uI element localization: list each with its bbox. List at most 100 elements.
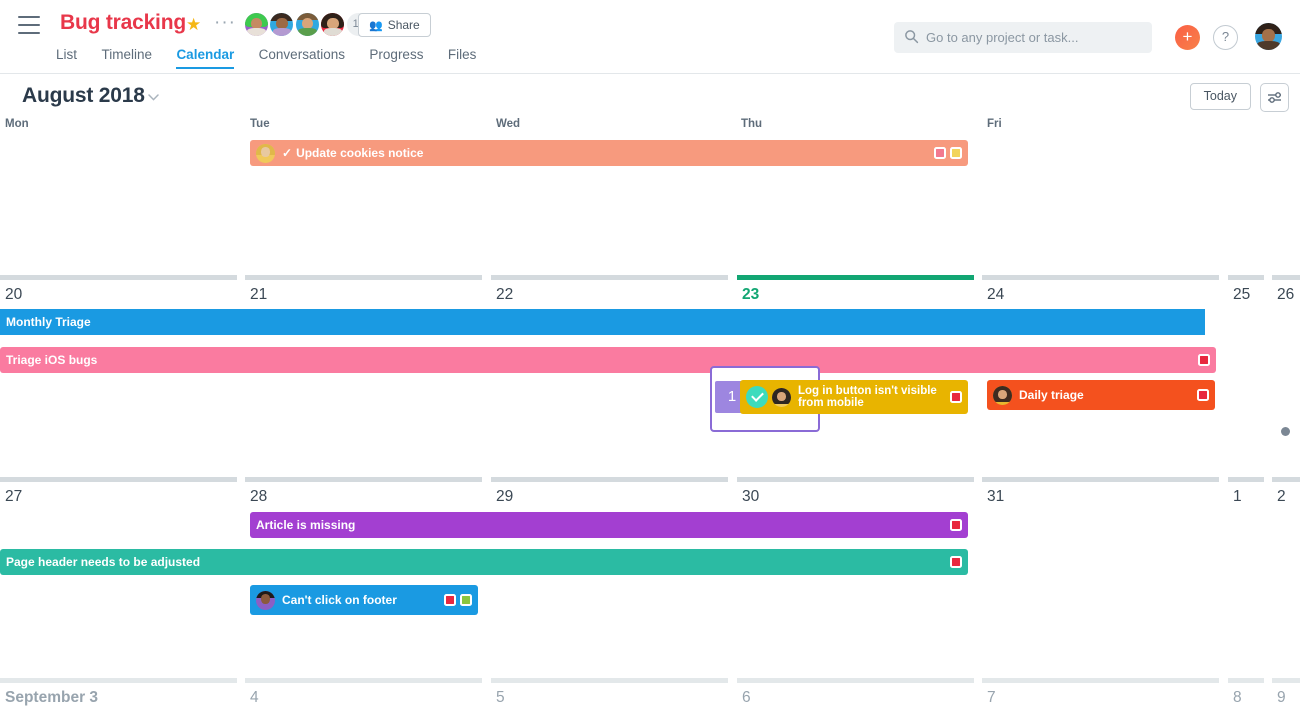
user-avatar[interactable]: [1255, 23, 1282, 50]
day-number: 26: [1277, 286, 1295, 303]
day-number: 24: [987, 286, 1005, 303]
event-title: Update cookies notice: [296, 146, 424, 160]
avatar: [772, 387, 791, 407]
event-bar-page-header-needs-adjusted[interactable]: Page header needs to be adjusted: [0, 549, 968, 575]
weekday-header-row: Mon Tue Wed Thu Fri: [0, 118, 1300, 138]
day-top-bar: [982, 275, 1219, 280]
day-number: 4: [250, 689, 259, 706]
day-cell[interactable]: 24: [982, 275, 1219, 477]
day-top-bar: [1272, 678, 1300, 683]
day-top-bar: [491, 477, 728, 482]
help-button[interactable]: ?: [1213, 25, 1238, 50]
add-button[interactable]: +: [1175, 25, 1200, 50]
hamburger-menu-icon[interactable]: [18, 16, 40, 34]
avatar[interactable]: [243, 11, 270, 38]
day-cell[interactable]: 22: [491, 275, 728, 477]
day-top-bar: [245, 477, 482, 482]
weekday-tue: Tue: [250, 118, 270, 130]
day-top-bar: [0, 477, 237, 482]
day-cell[interactable]: 6: [737, 678, 974, 728]
event-bar-update-cookies-notice[interactable]: ✓ Update cookies notice: [250, 140, 968, 166]
event-check-icon: ✓: [282, 146, 293, 160]
day-cell[interactable]: 27: [0, 477, 237, 678]
day-cell-weekend[interactable]: 26: [1272, 275, 1300, 477]
tag-chip: [950, 519, 962, 531]
event-bar-monthly-triage[interactable]: Monthly Triage: [0, 309, 1205, 335]
avatar[interactable]: [293, 11, 321, 38]
day-top-bar: [1228, 678, 1264, 683]
day-cell-weekend[interactable]: 2: [1272, 477, 1300, 678]
event-bar-article-is-missing[interactable]: Article is missing: [250, 512, 968, 538]
event-bar-cant-click-on-footer[interactable]: Can't click on footer: [250, 585, 478, 615]
day-top-bar: [982, 678, 1219, 683]
event-tags: [950, 391, 962, 403]
day-top-bar: [982, 477, 1219, 482]
tab-timeline[interactable]: Timeline: [101, 47, 152, 69]
more-events-dot[interactable]: [1281, 427, 1290, 436]
nav-tabs: List Timeline Calendar Conversations Pro…: [56, 46, 496, 69]
tab-list[interactable]: List: [56, 47, 77, 69]
filter-settings-button[interactable]: [1260, 83, 1289, 112]
tab-files[interactable]: Files: [448, 47, 477, 69]
weekday-wed: Wed: [496, 118, 521, 130]
event-bar-triage-ios-bugs[interactable]: Triage iOS bugs: [0, 347, 1216, 373]
day-number: 29: [496, 488, 514, 505]
day-cell[interactable]: September 3: [0, 678, 237, 728]
people-icon: 👥: [369, 20, 383, 32]
tab-progress[interactable]: Progress: [369, 47, 423, 69]
day-cell[interactable]: 29: [491, 477, 728, 678]
search-box[interactable]: [894, 22, 1152, 53]
weekday-mon: Mon: [5, 118, 29, 130]
day-cell-weekend[interactable]: 1: [1228, 477, 1264, 678]
day-top-bar: [0, 678, 237, 683]
event-title: Page header needs to be adjusted: [6, 555, 201, 569]
day-cell[interactable]: 21: [245, 275, 482, 477]
weekday-fri: Fri: [987, 118, 1002, 130]
avatar[interactable]: [319, 11, 347, 38]
avatar[interactable]: [268, 11, 296, 38]
avatar: [256, 590, 275, 610]
event-bar-log-in-button-isnt-visible[interactable]: Log in button isn't visible from mobile: [740, 380, 968, 414]
day-cell-today[interactable]: 23: [737, 275, 974, 477]
day-cell[interactable]: 5: [491, 678, 728, 728]
day-number: 21: [250, 286, 268, 303]
weekday-thu: Thu: [741, 118, 763, 130]
day-cell[interactable]: 4: [245, 678, 482, 728]
calendar-week-row: 20 21 22 23 24 25 26 Monthly Triage Tria…: [0, 275, 1300, 477]
tag-chip: [460, 594, 472, 606]
event-bar-daily-triage[interactable]: Daily triage: [987, 380, 1215, 410]
day-cell[interactable]: 28: [245, 477, 482, 678]
day-cell[interactable]: 7: [982, 678, 1219, 728]
event-tags: [934, 147, 962, 159]
day-number: 2: [1277, 488, 1286, 505]
day-number: 25: [1233, 286, 1251, 303]
day-cell[interactable]: 30: [737, 477, 974, 678]
favorite-star-icon[interactable]: ★: [186, 16, 201, 33]
tag-chip: [1197, 389, 1209, 401]
day-number: 20: [5, 286, 23, 303]
day-number: 7: [987, 689, 996, 706]
event-tags: [950, 519, 962, 531]
share-button[interactable]: 👥 Share: [358, 13, 431, 37]
day-top-bar: [737, 477, 974, 482]
tab-calendar[interactable]: Calendar: [176, 47, 234, 69]
day-cell[interactable]: 20: [0, 275, 237, 477]
calendar-week-row: ✓ Update cookies notice: [0, 138, 1300, 275]
page-title[interactable]: Bug tracking: [60, 11, 186, 35]
tab-conversations[interactable]: Conversations: [259, 47, 345, 69]
day-cell-weekend[interactable]: 25: [1228, 275, 1264, 477]
day-number-today: 23: [742, 286, 760, 303]
event-tags: [1197, 389, 1209, 401]
search-input[interactable]: [926, 22, 1144, 53]
day-cell[interactable]: 31: [982, 477, 1219, 678]
month-label[interactable]: August 2018: [22, 84, 145, 108]
day-cell-weekend[interactable]: 9: [1272, 678, 1300, 728]
top-bar: Bug tracking ★ ··· 11 👥 Share List Timeli…: [0, 0, 1300, 74]
today-button[interactable]: Today: [1189, 83, 1251, 110]
day-top-bar: [1272, 477, 1300, 482]
chevron-down-icon[interactable]: [148, 94, 159, 101]
calendar-week-row: 27 28 29 30 31 1 2 Article is missing Pa: [0, 477, 1300, 678]
day-cell-weekend[interactable]: 8: [1228, 678, 1264, 728]
more-options-icon[interactable]: ···: [214, 12, 236, 34]
tag-chip: [1198, 354, 1210, 366]
